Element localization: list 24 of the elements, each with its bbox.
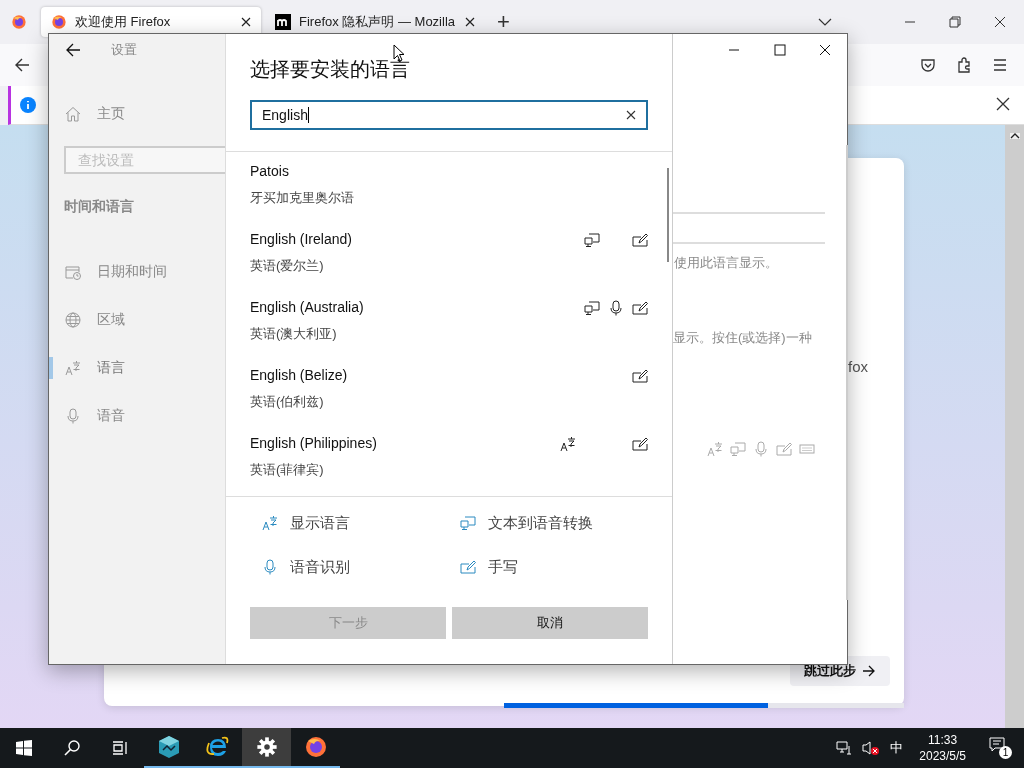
section-heading: 时间和语言 (63, 198, 135, 216)
language-list-item[interactable]: English (Ireland) 英语(爱尔兰) (226, 224, 672, 292)
dialog-title: 选择要安装的语言 (250, 57, 410, 82)
window-title: 设置 (111, 41, 137, 59)
legend-label: 文本到语音转换 (488, 513, 593, 533)
dialog-button[interactable]: 取消 (452, 607, 648, 639)
language-list-item[interactable]: Patois 牙买加克里奥尔语 (226, 156, 672, 224)
language-list-item[interactable]: English (Australia) 英语(澳大利亚) (226, 292, 672, 360)
new-tab-button[interactable]: + (497, 9, 510, 35)
clock[interactable]: 11:33 2023/5/5 (919, 731, 966, 765)
input-method-indicator[interactable]: 中 (890, 739, 904, 757)
search-field[interactable]: 查找设置 (64, 146, 225, 174)
body-text: 显示。按住(或选择)一种 (673, 329, 812, 347)
legend-label: 显示语言 (290, 513, 350, 533)
notification-button[interactable]: 1 (988, 737, 1012, 759)
nav-item[interactable]: 语言 (49, 344, 225, 392)
browser-tab[interactable]: Firefox 隐私声明 — Mozilla (265, 7, 485, 37)
language-list-item[interactable]: English (Belize) 英语(伯利兹) (226, 360, 672, 428)
legend-label: 语音识别 (290, 557, 350, 577)
search-field[interactable]: English (250, 100, 648, 130)
language-list-item[interactable]: English (Philippines) 英语(菲律宾) (226, 428, 672, 496)
heading-text: fox (848, 358, 868, 375)
legend-label: 手写 (488, 557, 518, 577)
body-text: 使用此语言显示。 (674, 254, 778, 272)
